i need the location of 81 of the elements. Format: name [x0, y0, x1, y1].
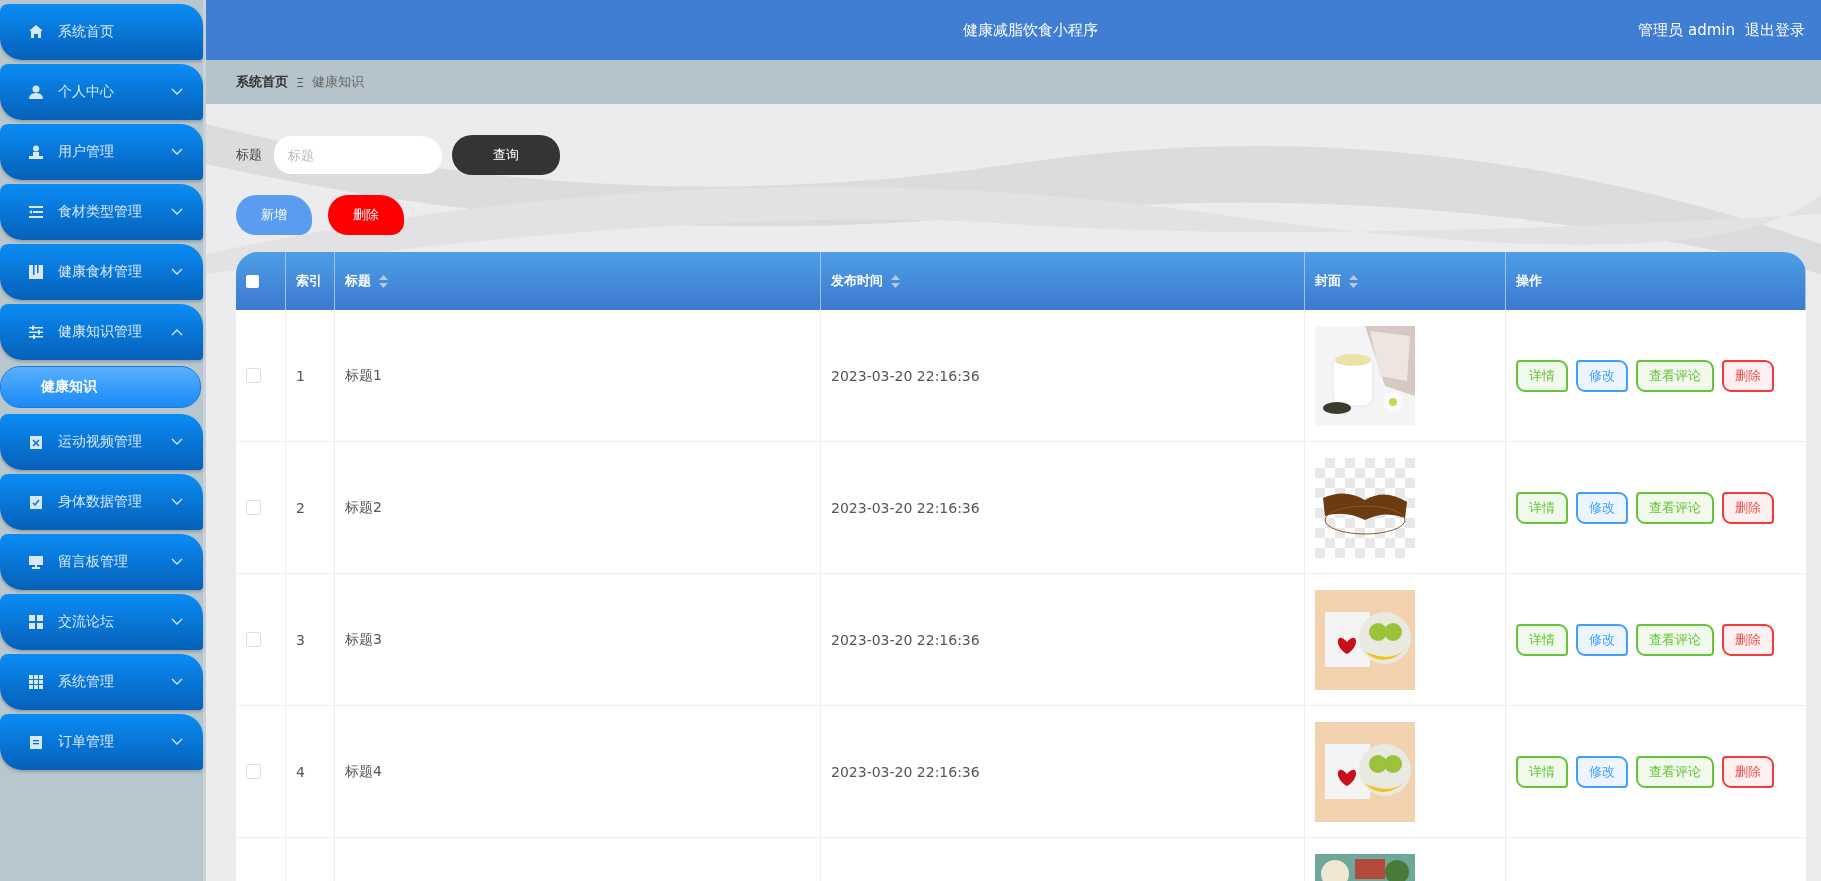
delete-button[interactable]: 删除	[328, 195, 404, 235]
edit-button[interactable]: 修改	[1576, 491, 1628, 524]
checkbox[interactable]	[246, 632, 261, 647]
breadcrumb-link[interactable]: 系统首页	[236, 73, 288, 91]
column-label: 操作	[1516, 272, 1542, 290]
detail-button[interactable]: 详情	[1516, 755, 1568, 788]
detail-button[interactable]: 详情	[1516, 359, 1568, 392]
breadcrumb-separator: Ξ	[296, 74, 305, 90]
delete-button[interactable]: 删除	[1722, 623, 1774, 656]
edit-button[interactable]: 修改	[1576, 623, 1628, 656]
search-field[interactable]: 标题	[274, 136, 442, 174]
table-cell: 2	[296, 499, 305, 516]
header-cell[interactable]	[236, 252, 286, 310]
column-label: 索引	[296, 272, 322, 290]
column-header[interactable]: 标题	[335, 252, 821, 310]
logout-link[interactable]: 退出登录	[1745, 20, 1805, 40]
table-cell: 2023-03-20 22:16:36	[831, 631, 980, 648]
search-label: 标题	[236, 146, 262, 164]
sidebar-item[interactable]: 健康食材管理	[0, 244, 203, 300]
delete-button[interactable]: 删除	[1722, 755, 1774, 788]
sort-icon[interactable]	[1349, 274, 1358, 288]
home-icon	[28, 24, 44, 40]
sidebar-item[interactable]: 食材类型管理	[0, 184, 203, 240]
clipboard-icon	[28, 434, 44, 450]
sidebar-item[interactable]: 身体数据管理	[0, 474, 203, 530]
comments-button[interactable]: 查看评论	[1636, 359, 1714, 392]
sliders-icon	[28, 324, 44, 340]
sidebar-item[interactable]: 系统管理	[0, 654, 203, 710]
submenu-item[interactable]: 健康知识	[0, 366, 201, 408]
delete-button[interactable]: 删除	[1722, 491, 1774, 524]
delete-button[interactable]: 删除	[1722, 359, 1774, 392]
detail-button[interactable]: 详情	[1516, 491, 1568, 524]
user-icon	[28, 84, 44, 100]
app-title: 健康减脂饮食小程序	[961, 20, 1099, 40]
column-label: 封面	[1315, 272, 1341, 290]
column-label: 发布时间	[831, 272, 883, 290]
sidebar-item[interactable]: 运动视频管理	[0, 414, 203, 470]
sidebar-item[interactable]: 留言板管理	[0, 534, 203, 590]
grid-icon	[28, 674, 44, 690]
edit-button[interactable]: 修改	[1576, 755, 1628, 788]
search-button[interactable]: 查询	[452, 135, 560, 175]
table-cell: 标题1	[345, 366, 382, 385]
table-cell: 标题2	[345, 498, 382, 517]
book-icon	[28, 264, 44, 280]
table-cell: 3	[296, 631, 305, 648]
table-cell: 1	[296, 367, 305, 384]
breadcrumb-current: 健康知识	[312, 73, 365, 91]
checkbox[interactable]	[246, 368, 261, 383]
sort-icon[interactable]	[379, 274, 388, 288]
user-label: 管理员 admin	[1638, 20, 1735, 40]
clipboard-icon	[28, 494, 44, 510]
comments-button[interactable]: 查看评论	[1636, 623, 1714, 656]
column-label: 标题	[345, 272, 371, 290]
table-cell: 标题4	[345, 762, 382, 781]
table-cell: 标题3	[345, 630, 382, 649]
sidebar-item[interactable]: 交流论坛	[0, 594, 203, 650]
checkbox[interactable]	[246, 500, 261, 515]
detail-button[interactable]: 详情	[1516, 623, 1568, 656]
person-icon	[28, 144, 44, 160]
sidebar-item[interactable]: 用户管理	[0, 124, 203, 180]
column-header[interactable]: 封面	[1305, 252, 1506, 310]
grid-icon	[28, 614, 44, 630]
edit-button[interactable]: 修改	[1576, 359, 1628, 392]
table-cell: 2023-03-20 22:16:36	[831, 367, 980, 384]
comments-button[interactable]: 查看评论	[1636, 491, 1714, 524]
clipboard-icon	[28, 734, 44, 750]
sidebar-item[interactable]: 个人中心	[0, 64, 203, 120]
list-icon	[28, 204, 44, 220]
sidebar-item[interactable]: 订单管理	[0, 714, 203, 770]
sidebar-item[interactable]: 系统首页	[0, 4, 203, 60]
column-header[interactable]: 发布时间	[821, 252, 1305, 310]
sidebar-item[interactable]: 健康知识管理	[0, 304, 203, 360]
add-button[interactable]: 新增	[236, 195, 312, 235]
comments-button[interactable]: 查看评论	[1636, 755, 1714, 788]
monitor-icon	[28, 554, 44, 570]
checkbox[interactable]	[246, 274, 259, 288]
table-cell: 4	[296, 763, 305, 780]
checkbox[interactable]	[246, 764, 261, 779]
table-cell: 2023-03-20 22:16:36	[831, 763, 980, 780]
sort-icon[interactable]	[891, 274, 900, 288]
table-cell: 2023-03-20 22:16:36	[831, 499, 980, 516]
